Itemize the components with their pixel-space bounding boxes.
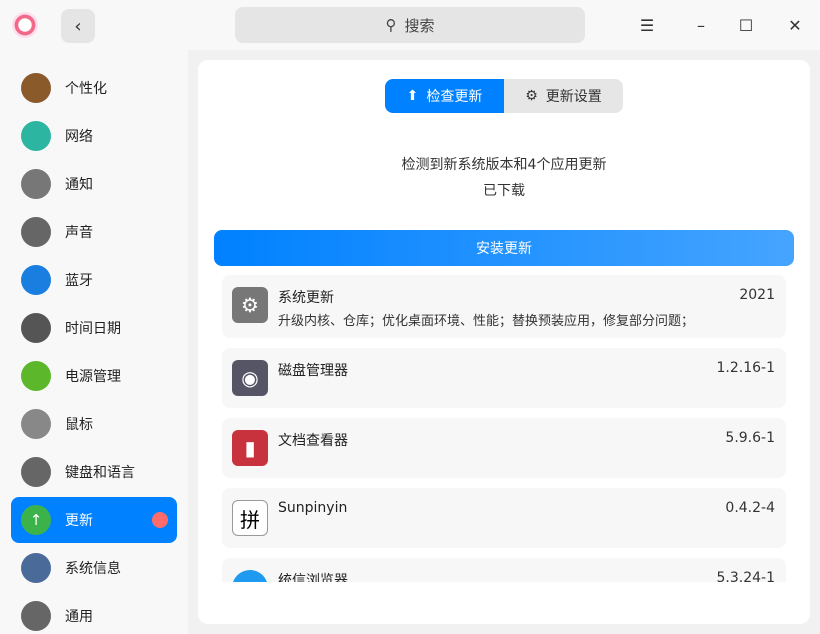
sidebar-item-label: 蓝牙 [65,273,93,289]
sidebar-item-label: 声音 [65,225,93,241]
bell-icon [21,169,51,199]
sidebar-item-label: 鼠标 [65,417,93,433]
search-placeholder: 搜索 [404,16,435,35]
update-name: 磁盘管理器 [278,363,348,379]
update-name: 文档查看器 [278,433,348,449]
tab-bar: ⬆ 检查更新 ⚙ 更新设置 [385,79,623,113]
sidebar-item-label: 键盘和语言 [65,465,135,481]
update-description: 升级内核、仓库；优化桌面环境、性能；替换预装应用，修复部分问题； [278,314,695,329]
update-version: 5.3.24-1 [716,570,776,582]
tab-label: 检查更新 [426,89,483,105]
sidebar: 个性化网络通知声音蓝牙时间日期电源管理鼠标键盘和语言 ↑ 更新系统信息通用 [0,50,188,634]
update-icon: ↑ [21,505,51,535]
sidebar-item[interactable]: 个性化 [11,65,177,111]
minimize-button[interactable]: – [686,10,716,40]
close-button[interactable]: ✕ [780,10,810,40]
tab-check-updates[interactable]: ⬆ 检查更新 [385,79,504,113]
system-info-icon [21,553,51,583]
pinyin-icon: 拼 [232,500,268,536]
sidebar-item[interactable]: 电源管理 [11,353,177,399]
tab-update-settings[interactable]: ⚙ 更新设置 [504,79,623,113]
app-logo-icon [12,12,38,38]
menu-button[interactable]: ☰ [632,10,662,40]
update-name: 系统更新 [278,290,334,306]
disk-manager-icon: ◉ [232,360,268,396]
personalization-icon [21,73,51,103]
maximize-button[interactable]: ☐ [731,10,761,40]
install-updates-button[interactable]: 安装更新 [214,230,794,266]
update-item: ◉ 磁盘管理器 1.2.16-1 [222,348,786,408]
search-input[interactable]: ⚲ 搜索 [235,7,585,43]
gear-icon: ⚙ [525,88,538,104]
update-name: Sunpinyin [278,500,348,516]
network-icon [21,121,51,151]
update-item: ⚙ 系统更新 升级内核、仓库；优化桌面环境、性能；替换预装应用，修复部分问题； … [222,275,786,338]
main-panel: ⬆ 检查更新 ⚙ 更新设置 检测到新系统版本和4个应用更新 已下载 安装更新 ⚙ 系… [198,60,810,624]
titlebar: ‹ ⚲ 搜索 ☰ – ☐ ✕ [0,0,820,50]
update-version: 2021 [739,287,775,303]
back-button[interactable]: ‹ [61,9,95,43]
general-icon [21,601,51,631]
sidebar-item[interactable]: 蓝牙 [11,257,177,303]
bluetooth-icon [21,265,51,295]
arrow-up-circle-icon: ⬆ [406,88,419,104]
document-viewer-icon: ▮ [232,430,268,466]
update-version: 0.4.2-4 [725,500,775,516]
gear-icon: ⚙ [232,287,268,323]
speaker-icon [21,217,51,247]
update-version: 5.9.6-1 [725,430,775,446]
sidebar-item-label: 更新 [65,513,93,529]
status-text: 检测到新系统版本和4个应用更新 [401,157,607,173]
notification-badge [152,512,168,528]
browser-icon [232,570,268,582]
sidebar-item-label: 网络 [65,129,93,145]
sidebar-item[interactable]: ↑ 更新 [11,497,177,543]
sidebar-item[interactable]: 鼠标 [11,401,177,447]
sidebar-item[interactable]: 时间日期 [11,305,177,351]
mouse-icon [21,409,51,439]
sidebar-item-label: 系统信息 [65,561,121,577]
sidebar-item[interactable]: 网络 [11,113,177,159]
sidebar-item-label: 电源管理 [65,369,121,385]
download-status: 已下载 [483,183,525,199]
sidebar-item-label: 通知 [65,177,93,193]
update-item: 拼 Sunpinyin 0.4.2-4 [222,488,786,548]
update-version: 1.2.16-1 [716,360,776,376]
sidebar-item-label: 通用 [65,609,93,625]
sidebar-item[interactable]: 声音 [11,209,177,255]
update-item: ▮ 文档查看器 5.9.6-1 [222,418,786,478]
sidebar-item[interactable]: 键盘和语言 [11,449,177,495]
sidebar-item[interactable]: 通知 [11,161,177,207]
sidebar-item-label: 个性化 [65,81,107,97]
battery-icon [21,361,51,391]
update-item: 统信浏览器 5.3.24-1 [222,558,786,582]
sidebar-item[interactable]: 通用 [11,593,177,634]
tab-label: 更新设置 [545,89,602,105]
search-icon: ⚲ [385,16,397,34]
update-list: ⚙ 系统更新 升级内核、仓库；优化桌面环境、性能；替换预装应用，修复部分问题； … [222,275,786,582]
update-name: 统信浏览器 [278,573,348,582]
sidebar-item-label: 时间日期 [65,321,121,337]
keyboard-icon [21,457,51,487]
clock-icon [21,313,51,343]
sidebar-item[interactable]: 系统信息 [11,545,177,591]
